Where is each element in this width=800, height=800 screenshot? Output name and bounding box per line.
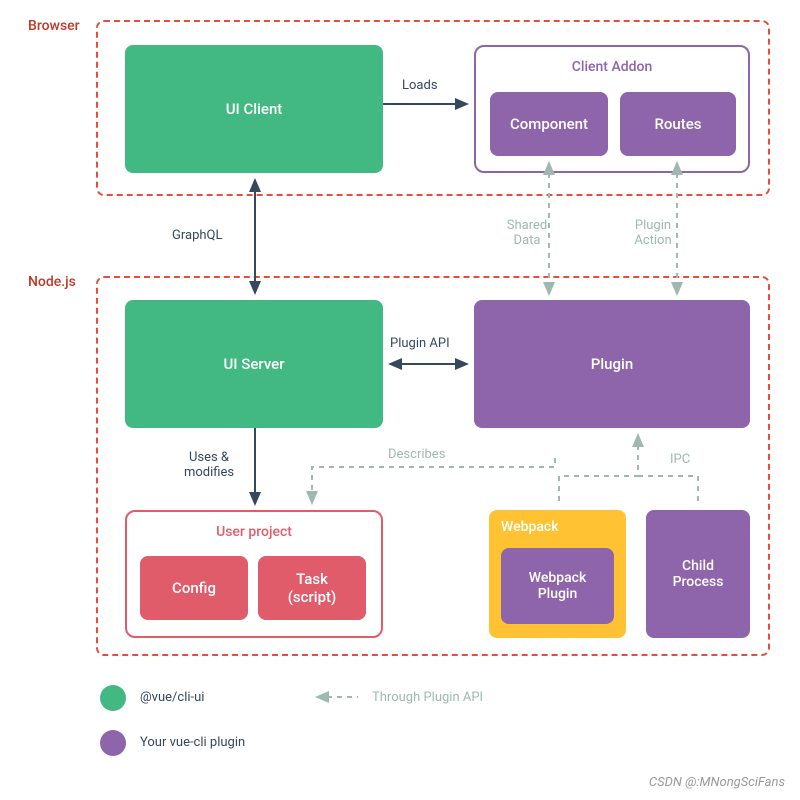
config-node: Config	[140, 556, 248, 620]
ui-client-label: UI Client	[226, 100, 283, 118]
uses-label: Uses & modifies	[174, 450, 244, 480]
routes-node: Routes	[620, 92, 736, 156]
diagram-root: Browser Node.js UI Client Client Addon C…	[0, 0, 800, 800]
webpack-plugin-label: Webpack Plugin	[529, 570, 587, 602]
component-label: Component	[510, 115, 588, 133]
child-process-node: Child Process	[646, 510, 750, 638]
pluginapi-label: Plugin API	[390, 336, 450, 351]
user-project-label: User project	[127, 524, 381, 540]
describes-label: Describes	[388, 447, 445, 462]
graphql-label: GraphQL	[172, 228, 222, 243]
watermark: CSDN @:MNongSciFans	[649, 775, 785, 790]
plugin-node: Plugin	[474, 300, 750, 428]
config-label: Config	[172, 579, 216, 597]
shared-label: Shared Data	[497, 218, 557, 248]
legend-dashed-text: Through Plugin API	[372, 690, 483, 705]
legend-green-circle	[100, 685, 126, 711]
loads-label: Loads	[402, 78, 438, 93]
browser-label: Browser	[28, 18, 80, 34]
legend-green-text: @vue/cli-ui	[140, 690, 204, 705]
ui-server-node: UI Server	[125, 300, 383, 428]
child-process-label: Child Process	[673, 558, 724, 590]
nodejs-label: Node.js	[28, 274, 76, 290]
plugin-label: Plugin	[591, 355, 633, 373]
action-label: Plugin Action	[623, 218, 683, 248]
component-node: Component	[490, 92, 608, 156]
client-addon-label: Client Addon	[476, 59, 748, 75]
legend-purple-text: Your vue-cli plugin	[140, 735, 245, 750]
task-node: Task (script)	[258, 556, 366, 620]
ui-client-node: UI Client	[125, 45, 383, 173]
legend-purple-circle	[100, 730, 126, 756]
ipc-label: IPC	[670, 452, 690, 467]
routes-label: Routes	[654, 115, 701, 133]
webpack-label: Webpack	[501, 519, 559, 535]
webpack-plugin-node: Webpack Plugin	[501, 548, 614, 624]
legend-dashed-arrow	[310, 690, 360, 704]
ui-server-label: UI Server	[223, 355, 284, 373]
task-label: Task (script)	[288, 570, 337, 606]
